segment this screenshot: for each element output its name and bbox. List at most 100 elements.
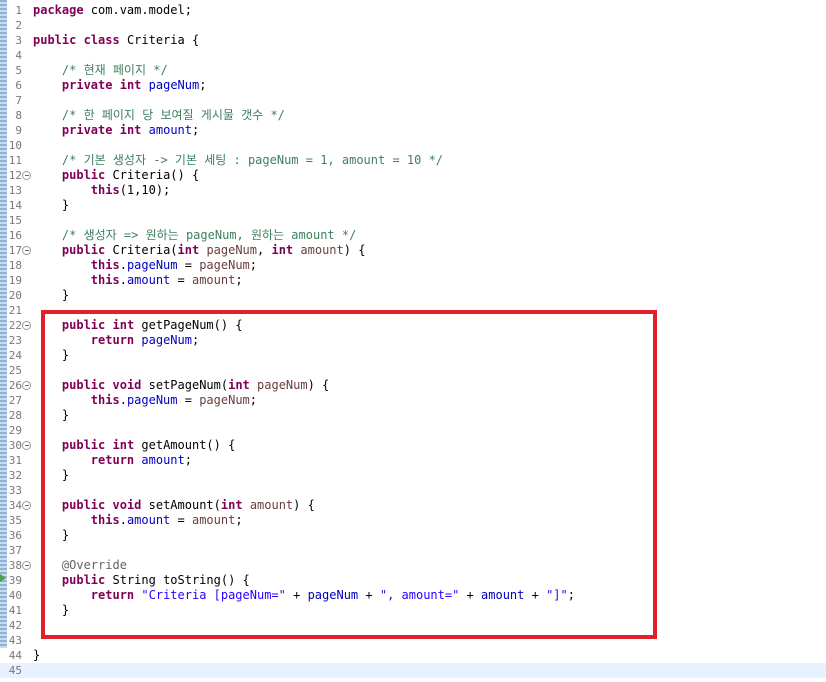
code-line[interactable]: 17 public Criteria(int pageNum, int amou… xyxy=(0,243,826,258)
code-text[interactable]: private int pageNum; xyxy=(33,78,207,93)
code-text[interactable]: /* 기본 생성자 -> 기본 세팅 : pageNum = 1, amount… xyxy=(33,153,443,168)
code-editor[interactable]: 1 package com.vam.model; 2 3 public class Cr… xyxy=(0,0,826,682)
code-line[interactable]: 27 this.pageNum = pageNum; xyxy=(0,393,826,408)
code-text[interactable]: } xyxy=(33,603,69,618)
code-text[interactable]: this.pageNum = pageNum; xyxy=(33,393,257,408)
code-line[interactable]: 33 xyxy=(0,483,826,498)
code-text[interactable]: /* 한 페이지 당 보여질 게시물 갯수 */ xyxy=(33,108,285,123)
code-text[interactable]: this.pageNum = pageNum; xyxy=(33,258,257,273)
code-text[interactable]: } xyxy=(33,648,40,663)
code-line[interactable]: 4 xyxy=(0,48,826,63)
collapse-icon[interactable] xyxy=(22,321,31,330)
code-text[interactable]: public void setAmount(int amount) { xyxy=(33,498,315,513)
code-line[interactable]: 34 public void setAmount(int amount) { xyxy=(0,498,826,513)
code-line[interactable]: 1 package com.vam.model; xyxy=(0,3,826,18)
code-text[interactable]: } xyxy=(33,198,69,213)
code-token: (1,10); xyxy=(119,183,171,197)
code-line[interactable]: 45 xyxy=(0,663,826,678)
code-line[interactable]: 31 return amount; xyxy=(0,453,826,468)
code-text[interactable]: public void setPageNum(int pageNum) { xyxy=(33,378,329,393)
code-text[interactable]: @Override xyxy=(33,558,127,573)
code-line[interactable]: 30 public int getAmount() { xyxy=(0,438,826,453)
code-token: pageNum xyxy=(141,333,192,347)
code-token: pageNum xyxy=(126,258,178,272)
code-line[interactable]: 15 xyxy=(0,213,826,228)
code-text[interactable]: } xyxy=(33,528,69,543)
code-text[interactable]: return pageNum; xyxy=(33,333,199,348)
code-text[interactable]: private int amount; xyxy=(33,123,199,138)
code-line[interactable]: 41 } xyxy=(0,603,826,618)
code-line[interactable]: 7 xyxy=(0,93,826,108)
code-text[interactable]: public String toString() { xyxy=(33,573,250,588)
code-line[interactable]: 11 /* 기본 생성자 -> 기본 세팅 : pageNum = 1, amo… xyxy=(0,153,826,168)
code-line[interactable]: 29 xyxy=(0,423,826,438)
code-token: amount xyxy=(191,273,236,287)
code-line[interactable]: 40 return "Criteria [pageNum=" + pageNum… xyxy=(0,588,826,603)
code-line[interactable]: 21 xyxy=(0,303,826,318)
code-line[interactable]: 8 /* 한 페이지 당 보여질 게시물 갯수 */ xyxy=(0,108,826,123)
line-number: 33 xyxy=(8,484,22,497)
code-token: /* 생성자 => 원하는 pageNum, 원하는 amount */ xyxy=(61,228,357,242)
code-text[interactable]: return amount; xyxy=(33,453,192,468)
code-line[interactable]: 9 private int amount; xyxy=(0,123,826,138)
code-line[interactable]: 2 xyxy=(0,18,826,33)
code-text[interactable]: package com.vam.model; xyxy=(33,3,192,18)
collapse-icon[interactable] xyxy=(22,171,31,180)
code-text[interactable]: } xyxy=(33,348,69,363)
code-line[interactable]: 44} xyxy=(0,648,826,663)
code-text[interactable]: public int getAmount() { xyxy=(33,438,235,453)
collapse-icon[interactable] xyxy=(22,501,31,510)
code-token: , xyxy=(257,243,272,257)
code-text[interactable]: } xyxy=(33,288,69,303)
code-line[interactable]: 5 /* 현재 페이지 */ xyxy=(0,63,826,78)
code-line[interactable]: 20 } xyxy=(0,288,826,303)
collapse-icon[interactable] xyxy=(22,441,31,450)
collapse-icon[interactable] xyxy=(22,381,31,390)
code-line[interactable]: 36 } xyxy=(0,528,826,543)
code-text[interactable]: /* 생성자 => 원하는 pageNum, 원하는 amount */ xyxy=(33,228,356,243)
code-line[interactable]: 38 @Override xyxy=(0,558,826,573)
code-text[interactable]: this(1,10); xyxy=(33,183,170,198)
code-text[interactable]: public Criteria(int pageNum, int amount)… xyxy=(33,243,366,258)
code-line[interactable]: 42 xyxy=(0,618,826,633)
code-token: setAmount( xyxy=(141,498,221,512)
code-text[interactable]: } xyxy=(33,468,69,483)
code-line[interactable]: 14 } xyxy=(0,198,826,213)
code-line[interactable]: 13 this(1,10); xyxy=(0,183,826,198)
code-line[interactable]: 43 xyxy=(0,633,826,648)
code-line[interactable]: 3 public class Criteria { xyxy=(0,33,826,48)
code-text[interactable]: public Criteria() { xyxy=(33,168,199,183)
code-text[interactable]: this.amount = amount; xyxy=(33,273,243,288)
code-line[interactable]: 10 xyxy=(0,138,826,153)
code-text[interactable]: } xyxy=(33,408,69,423)
code-line[interactable]: 26 public void setPageNum(int pageNum) { xyxy=(0,378,826,393)
code-line[interactable]: 19 this.amount = amount; xyxy=(0,273,826,288)
code-line[interactable]: 16 /* 생성자 => 원하는 pageNum, 원하는 amount */ xyxy=(0,228,826,243)
code-token: return xyxy=(90,588,135,602)
code-line[interactable]: 25 xyxy=(0,363,826,378)
code-lines: 1 package com.vam.model; 2 3 public class Cr… xyxy=(0,3,826,678)
code-line[interactable]: 6 private int pageNum; xyxy=(0,78,826,93)
code-text[interactable]: /* 현재 페이지 */ xyxy=(33,63,168,78)
collapse-icon[interactable] xyxy=(22,246,31,255)
code-text[interactable]: public class Criteria { xyxy=(33,33,199,48)
code-line[interactable]: 22 public int getPageNum() { xyxy=(0,318,826,333)
code-line[interactable]: 12 public Criteria() { xyxy=(0,168,826,183)
code-line[interactable]: 35 this.amount = amount; xyxy=(0,513,826,528)
code-text[interactable]: return "Criteria [pageNum=" + pageNum + … xyxy=(33,588,575,603)
code-text[interactable]: this.amount = amount; xyxy=(33,513,243,528)
collapse-icon[interactable] xyxy=(22,561,31,570)
code-line[interactable]: 23 return pageNum; xyxy=(0,333,826,348)
line-number: 13 xyxy=(8,184,22,197)
code-token: class xyxy=(83,33,120,47)
code-line[interactable]: 24 } xyxy=(0,348,826,363)
code-line[interactable]: 37 xyxy=(0,543,826,558)
code-line[interactable]: 32 } xyxy=(0,468,826,483)
code-token: @Override xyxy=(61,558,127,572)
code-line[interactable]: 39 public String toString() { xyxy=(0,573,826,588)
code-token: public xyxy=(61,378,106,392)
code-line[interactable]: 28 } xyxy=(0,408,826,423)
code-text[interactable]: public int getPageNum() { xyxy=(33,318,243,333)
code-line[interactable]: 18 this.pageNum = pageNum; xyxy=(0,258,826,273)
